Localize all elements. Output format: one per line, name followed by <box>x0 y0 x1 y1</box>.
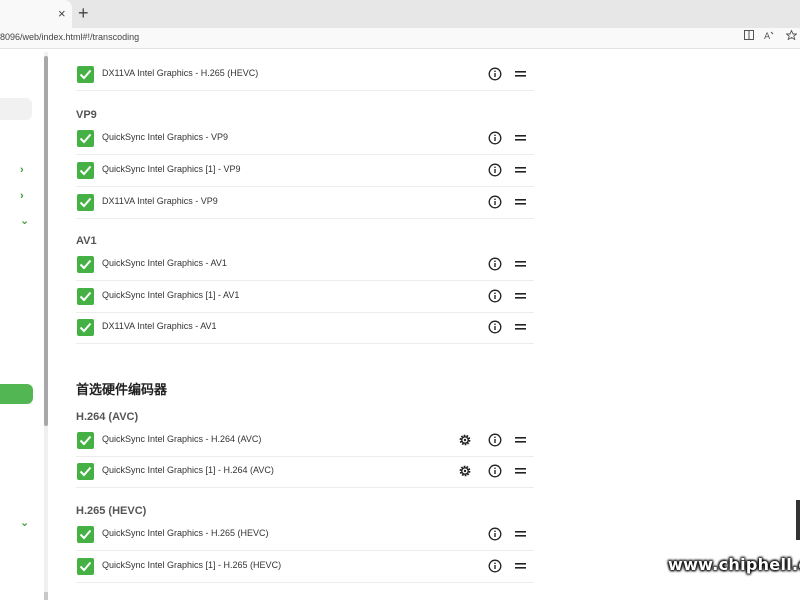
codec-label: DX11VA Intel Graphics - AV1 <box>102 321 217 331</box>
codec-group-title: VP9 <box>76 109 97 121</box>
chevron-down-icon[interactable]: ⌄ <box>20 516 29 529</box>
chevron-down-icon[interactable]: ⌄ <box>20 214 29 227</box>
checkbox[interactable] <box>77 319 94 336</box>
list-item: DX11VA Intel Graphics - VP9 <box>76 187 534 219</box>
svg-text:A: A <box>764 32 771 40</box>
checkbox[interactable] <box>77 162 94 179</box>
codec-label: QuickSync Intel Graphics - H.264 (AVC) <box>102 434 262 444</box>
checkbox[interactable] <box>77 288 94 305</box>
section-title: 首选硬件编码器 <box>76 382 168 397</box>
list-item: QuickSync Intel Graphics - AV1 <box>76 249 534 281</box>
codec-label: QuickSync Intel Graphics - AV1 <box>102 258 227 268</box>
chevron-right-icon[interactable]: › <box>20 190 24 202</box>
info-icon[interactable] <box>488 195 502 209</box>
codec-label: DX11VA Intel Graphics - H.265 (HEVC) <box>102 68 259 78</box>
browser-tab[interactable]: × <box>0 0 72 28</box>
checkbox[interactable] <box>77 526 94 543</box>
new-tab-icon[interactable]: + <box>78 3 89 23</box>
codec-group-title: H.265 (HEVC) <box>76 505 147 517</box>
checkbox[interactable] <box>77 194 94 211</box>
codec-label: DX11VA Intel Graphics - VP9 <box>102 196 218 206</box>
drag-handle-icon[interactable] <box>515 466 526 476</box>
info-icon[interactable] <box>488 464 502 478</box>
chevron-right-icon[interactable]: › <box>20 164 24 176</box>
list-item: QuickSync Intel Graphics - H.264 (AVC) <box>76 425 534 457</box>
checkbox[interactable] <box>77 256 94 273</box>
info-icon[interactable] <box>488 527 502 541</box>
info-icon[interactable] <box>488 131 502 145</box>
info-icon[interactable] <box>488 433 502 447</box>
codec-label: QuickSync Intel Graphics [1] - H.264 (AV… <box>102 465 274 475</box>
info-icon[interactable] <box>488 559 502 573</box>
checkbox[interactable] <box>77 66 94 83</box>
codec-group-title: AV1 <box>76 235 97 247</box>
sidebar-item-active[interactable] <box>0 384 33 404</box>
checkbox[interactable] <box>77 432 94 449</box>
sidebar-scrollbar-thumb[interactable] <box>44 56 48 426</box>
codec-label: QuickSync Intel Graphics [1] - AV1 <box>102 290 240 300</box>
list-item: QuickSync Intel Graphics [1] - H.265 (HE… <box>76 551 534 583</box>
drag-handle-icon[interactable] <box>515 69 526 79</box>
browser-tab-bar: × + <box>0 0 800 28</box>
gear-icon[interactable] <box>458 433 472 447</box>
list-item: DX11VA Intel Graphics - H.265 (HEVC) <box>76 59 534 91</box>
checkbox[interactable] <box>77 463 94 480</box>
drag-handle-icon[interactable] <box>515 133 526 143</box>
list-item: QuickSync Intel Graphics [1] - H.264 (AV… <box>76 456 534 488</box>
info-icon[interactable] <box>488 320 502 334</box>
checkbox[interactable] <box>77 558 94 575</box>
codec-label: QuickSync Intel Graphics [1] - H.265 (HE… <box>102 560 282 570</box>
window-edge <box>796 500 800 540</box>
codec-group-title: H.264 (AVC) <box>76 411 139 423</box>
url-text[interactable]: 8096/web/index.html#!/transcoding <box>0 32 139 42</box>
gear-icon[interactable] <box>458 464 472 478</box>
favorites-icon[interactable] <box>782 29 800 43</box>
scrollbar-corner <box>44 592 48 600</box>
codec-label: QuickSync Intel Graphics - H.265 (HEVC) <box>102 528 269 538</box>
list-item: QuickSync Intel Graphics - H.265 (HEVC) <box>76 519 534 551</box>
close-tab-icon[interactable]: × <box>58 6 66 22</box>
reader-view-icon[interactable] <box>740 30 758 43</box>
sidebar-search-box[interactable] <box>0 98 32 120</box>
drag-handle-icon[interactable] <box>515 259 526 269</box>
watermark: www.chiphell.com <box>668 555 800 574</box>
read-aloud-icon[interactable]: A <box>761 30 779 43</box>
info-icon[interactable] <box>488 289 502 303</box>
drag-handle-icon[interactable] <box>515 435 526 445</box>
info-icon[interactable] <box>488 163 502 177</box>
address-bar[interactable]: 8096/web/index.html#!/transcoding A <box>0 28 800 49</box>
checkbox[interactable] <box>77 130 94 147</box>
codec-label: QuickSync Intel Graphics - VP9 <box>102 132 229 142</box>
drag-handle-icon[interactable] <box>515 165 526 175</box>
list-item: QuickSync Intel Graphics [1] - AV1 <box>76 281 534 313</box>
info-icon[interactable] <box>488 67 502 81</box>
drag-handle-icon[interactable] <box>515 291 526 301</box>
drag-handle-icon[interactable] <box>515 529 526 539</box>
drag-handle-icon[interactable] <box>515 197 526 207</box>
list-item: QuickSync Intel Graphics - VP9 <box>76 123 534 155</box>
info-icon[interactable] <box>488 257 502 271</box>
list-item: DX11VA Intel Graphics - AV1 <box>76 312 534 344</box>
drag-handle-icon[interactable] <box>515 322 526 332</box>
codec-label: QuickSync Intel Graphics [1] - VP9 <box>102 164 241 174</box>
drag-handle-icon[interactable] <box>515 561 526 571</box>
list-item: QuickSync Intel Graphics [1] - VP9 <box>76 155 534 187</box>
